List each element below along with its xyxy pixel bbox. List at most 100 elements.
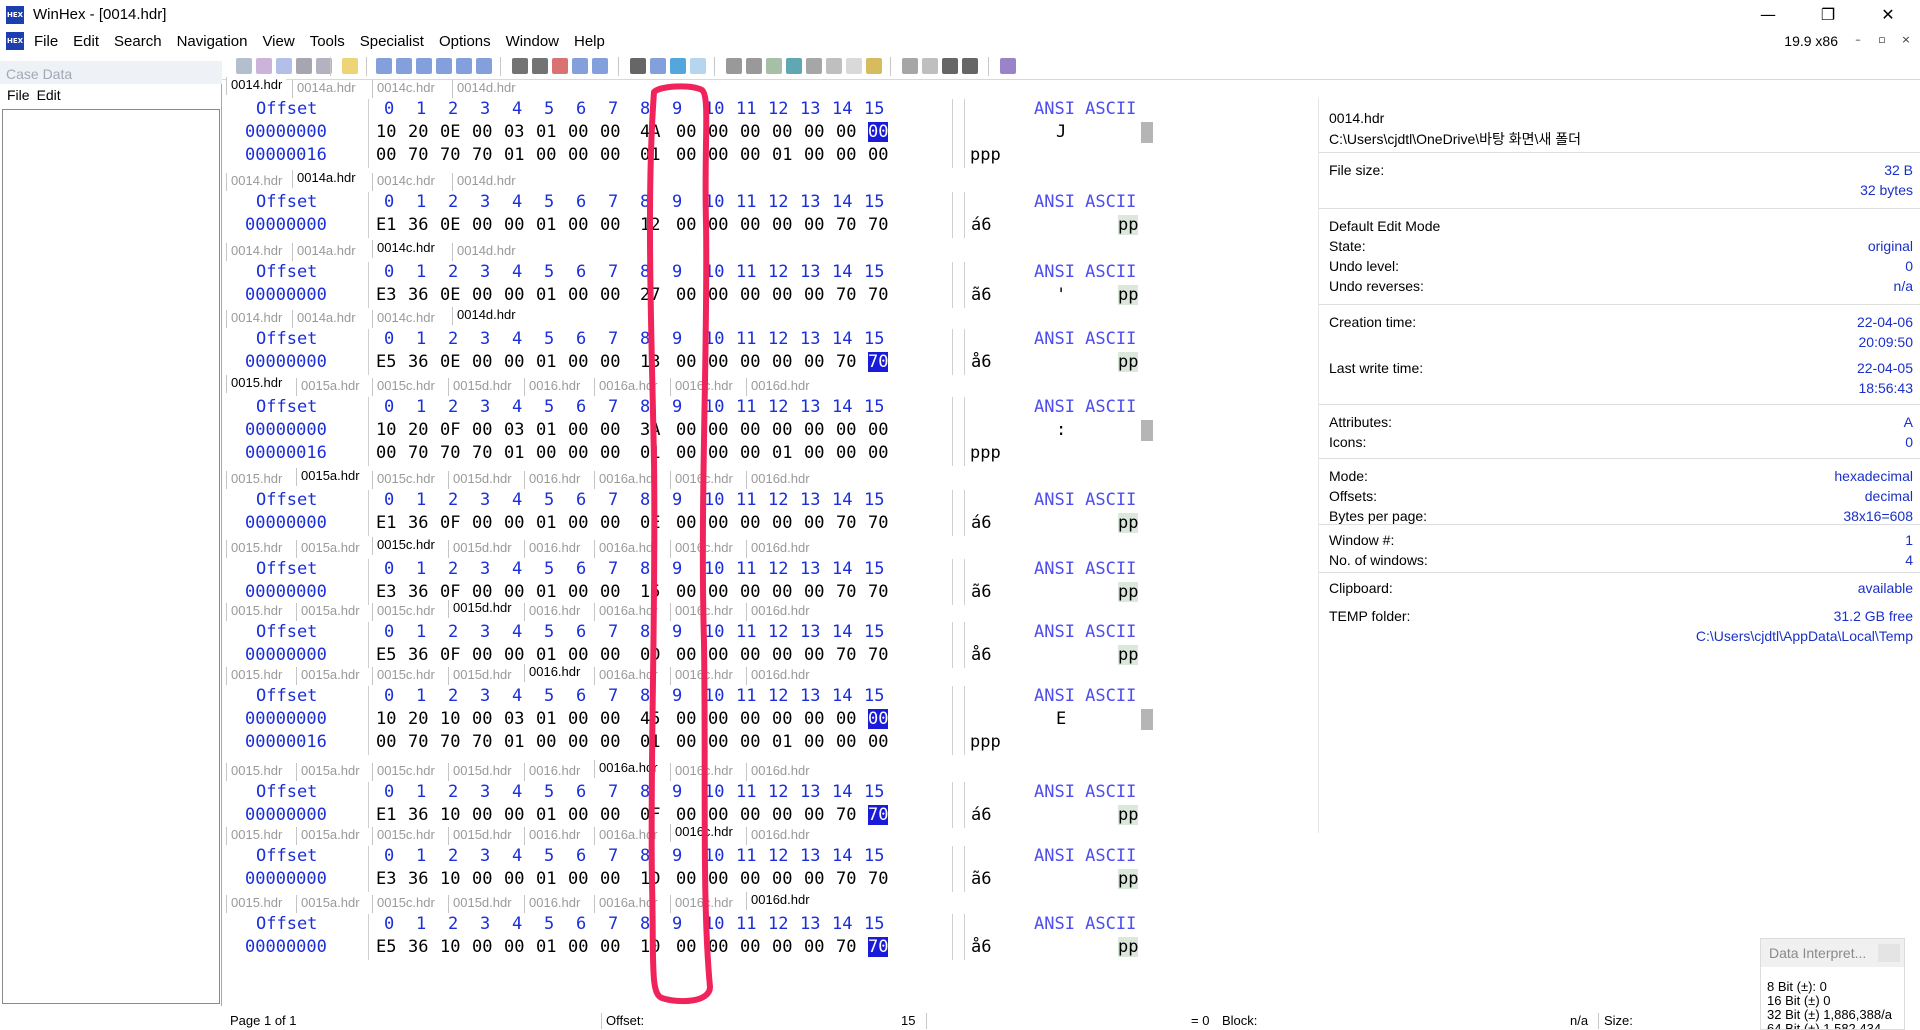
hex-byte[interactable]: 36	[408, 285, 428, 305]
hex-byte[interactable]: 10	[376, 420, 396, 440]
hex-byte[interactable]: 00	[836, 709, 856, 729]
hex-byte[interactable]: 00	[804, 709, 824, 729]
save-icon[interactable]	[276, 58, 292, 74]
hex-byte[interactable]: 00	[504, 513, 524, 533]
hex-byte[interactable]: 00	[600, 352, 620, 372]
file-tab[interactable]: 0015.hdr	[226, 895, 286, 913]
file-tab[interactable]: 0015.hdr	[226, 827, 286, 845]
hex-byte[interactable]: 01	[536, 215, 556, 235]
hex-byte[interactable]: 00	[600, 805, 620, 825]
file-tab[interactable]: 0016d.hdr	[746, 667, 814, 685]
hex-byte[interactable]: 01	[536, 709, 556, 729]
hex-byte[interactable]: 00	[600, 582, 620, 602]
file-tab[interactable]: 0015a.hdr	[296, 540, 364, 558]
hex-byte[interactable]: 01	[536, 285, 556, 305]
minimize-button[interactable]: —	[1740, 0, 1796, 29]
hex-byte[interactable]: 70	[836, 582, 856, 602]
disk-icon[interactable]	[726, 58, 742, 74]
file-tab[interactable]: 0016.hdr	[524, 895, 584, 913]
hex-byte[interactable]: 00	[740, 709, 760, 729]
hex-byte[interactable]: 00	[740, 732, 760, 752]
print-icon[interactable]	[296, 58, 312, 74]
hex-byte[interactable]: 00	[504, 352, 524, 372]
hex-byte[interactable]: 00	[804, 582, 824, 602]
hex-byte[interactable]: 70	[868, 937, 889, 957]
file-tab[interactable]: 0015d.hdr	[448, 895, 516, 913]
hex-byte[interactable]: 00	[804, 937, 824, 957]
hex-byte[interactable]: 00	[536, 443, 556, 463]
hex-byte[interactable]: 00	[568, 709, 588, 729]
hex-byte[interactable]: 0F	[440, 582, 460, 602]
hex-byte[interactable]: 00	[568, 443, 588, 463]
menu-edit[interactable]: Edit	[73, 33, 99, 50]
hex-byte[interactable]: 10	[376, 709, 396, 729]
hex-byte[interactable]: E3	[376, 285, 396, 305]
hex-byte[interactable]: 00	[772, 869, 792, 889]
hex-byte[interactable]: 01	[536, 937, 556, 957]
hex-byte[interactable]: 70	[408, 732, 428, 752]
file-tab[interactable]: 0015c.hdr	[372, 603, 439, 621]
file-tab[interactable]: 0014a.hdr	[292, 80, 360, 98]
hex-byte[interactable]: 01	[536, 122, 556, 142]
hex-byte[interactable]: 01	[536, 805, 556, 825]
hex-byte[interactable]: 70	[868, 513, 888, 533]
file-tab[interactable]: 0016d.hdr	[746, 827, 814, 845]
file-tab[interactable]: 0015a.hdr	[296, 378, 364, 396]
file-tab[interactable]: 0015a.hdr	[296, 667, 364, 685]
file-tab[interactable]: 0015d.hdr	[448, 600, 516, 618]
menu-options[interactable]: Options	[439, 33, 491, 50]
hex-byte[interactable]: 36	[408, 645, 428, 665]
hex-byte[interactable]: 01	[504, 145, 524, 165]
file-tab[interactable]: 0015d.hdr	[448, 378, 516, 396]
hex-byte[interactable]: 03	[504, 122, 524, 142]
hex-byte[interactable]: 0F	[440, 420, 460, 440]
hex-byte[interactable]: 00	[568, 122, 588, 142]
arrow-left-icon[interactable]	[942, 58, 958, 74]
copy-icon[interactable]	[396, 58, 412, 74]
hex-byte[interactable]: 70	[440, 732, 460, 752]
hex-byte[interactable]: 03	[504, 709, 524, 729]
hex-byte[interactable]: 00	[804, 645, 824, 665]
hash-icon[interactable]	[826, 58, 842, 74]
file-tab[interactable]: 0016.hdr	[524, 763, 584, 781]
cloud-icon[interactable]	[846, 58, 862, 74]
data-interpreter-close-button[interactable]	[1878, 944, 1900, 962]
hex-byte[interactable]: 00	[472, 645, 492, 665]
file-tab[interactable]: 0015d.hdr	[448, 667, 516, 685]
hex-byte[interactable]: 70	[836, 805, 856, 825]
hex-byte[interactable]: 01	[772, 145, 792, 165]
hex-byte[interactable]: 00	[600, 645, 620, 665]
hex-byte[interactable]: 00	[472, 513, 492, 533]
hex-byte[interactable]: 00	[472, 215, 492, 235]
case-menu-edit[interactable]: Edit	[37, 87, 61, 107]
hex-byte[interactable]: 00	[740, 869, 760, 889]
hex-byte[interactable]: 00	[772, 937, 792, 957]
file-tab[interactable]: 0015.hdr	[226, 540, 286, 558]
hex-byte[interactable]: E5	[376, 937, 396, 957]
hex-byte[interactable]: 70	[408, 145, 428, 165]
hex-byte[interactable]: 70	[472, 443, 492, 463]
hex-byte[interactable]: 00	[472, 709, 492, 729]
hex-byte[interactable]: 70	[836, 937, 856, 957]
hex-byte[interactable]: 70	[868, 285, 888, 305]
hex-byte[interactable]: 00	[740, 937, 760, 957]
hex-byte[interactable]: 00	[740, 352, 760, 372]
menu-search[interactable]: Search	[114, 33, 162, 50]
window-cascade-icon[interactable]	[922, 58, 938, 74]
fill-icon[interactable]	[476, 58, 492, 74]
hex-byte[interactable]: 70	[836, 645, 856, 665]
file-tab[interactable]: 0015d.hdr	[448, 763, 516, 781]
hex-byte[interactable]: 00	[772, 709, 792, 729]
hex-byte[interactable]: 70	[868, 352, 889, 372]
hex-byte[interactable]: 00	[504, 285, 524, 305]
hex-byte[interactable]: 70	[836, 215, 856, 235]
file-tab[interactable]: 0014d.hdr	[452, 243, 520, 261]
file-tab[interactable]: 0015a.hdr	[296, 827, 364, 845]
cut-icon[interactable]	[416, 58, 432, 74]
hex-byte[interactable]: 00	[600, 285, 620, 305]
file-tab[interactable]: 0016d.hdr	[746, 471, 814, 489]
hex-byte[interactable]: 20	[408, 420, 428, 440]
hex-byte[interactable]: 00	[836, 443, 856, 463]
paste-block-icon[interactable]	[456, 58, 472, 74]
hex-byte[interactable]: 01	[772, 443, 792, 463]
